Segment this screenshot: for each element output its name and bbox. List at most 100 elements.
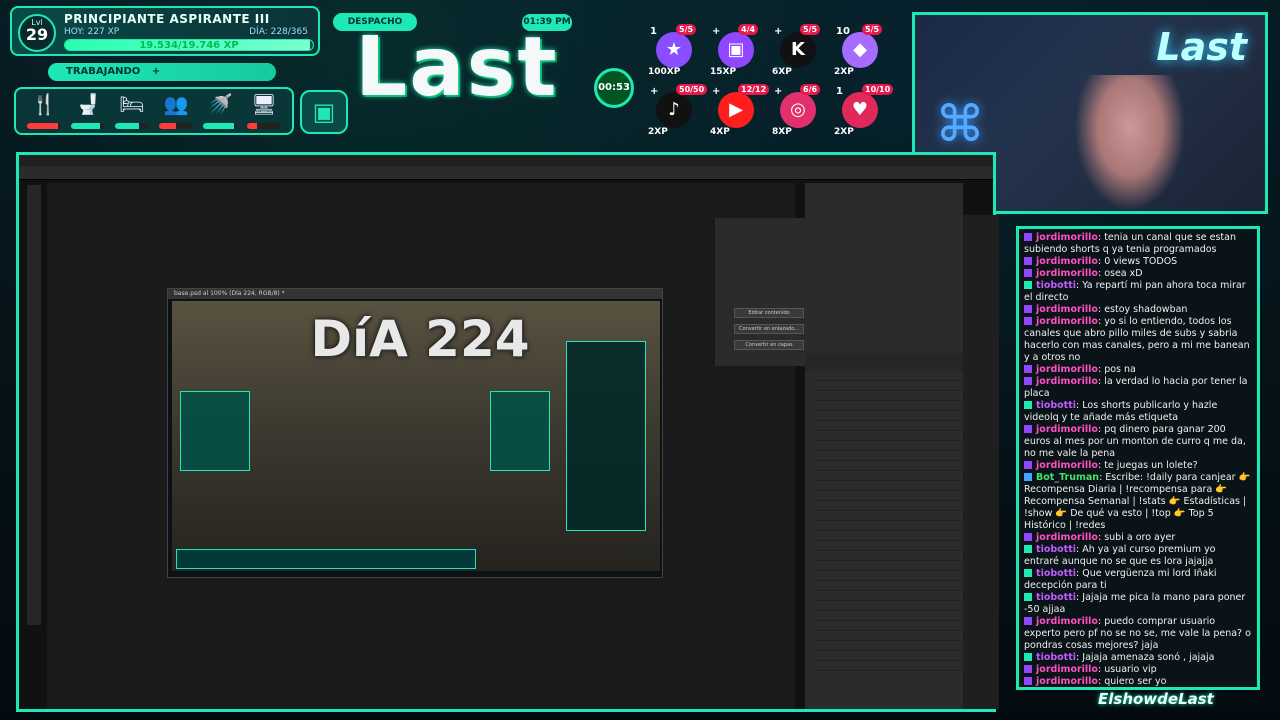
chat-message: tiobotti: Ah ya yal curso premium yo ent…: [1024, 544, 1252, 568]
chat-message: jordimorillo: yo si lo entiendo, todos l…: [1024, 316, 1252, 364]
layer-row[interactable]: [815, 461, 963, 471]
layer-row[interactable]: [815, 431, 963, 441]
layer-row[interactable]: [815, 621, 963, 631]
streamer-silhouette: [1065, 75, 1195, 211]
layer-row[interactable]: [815, 561, 963, 571]
layer-row[interactable]: [815, 521, 963, 531]
right-panels: [805, 183, 963, 709]
social-goal: 1 ★ 5/5 100XP: [648, 24, 704, 80]
goal-plus: +: [774, 86, 783, 97]
chat-username: tiobotti: [1036, 652, 1077, 663]
chat-username: jordimorillo: [1036, 256, 1098, 267]
chat-message: jordimorillo: puedo comprar usuario expe…: [1024, 616, 1252, 652]
kick-icon: K: [780, 32, 816, 68]
layer-row[interactable]: [815, 641, 963, 651]
layer-row[interactable]: [815, 551, 963, 561]
gamepad-icon: ⌘: [935, 95, 985, 153]
layer-row[interactable]: [815, 501, 963, 511]
need-bar-fill: [115, 123, 139, 129]
layer-row[interactable]: [815, 651, 963, 661]
chat-message: jordimorillo: pq dinero para ganar 200 e…: [1024, 424, 1252, 460]
user-badge-icon: [1024, 233, 1032, 241]
need-slot: 🚽: [69, 91, 107, 131]
chat-message: tiobotti: Que vergüenza mi lord Iñaki de…: [1024, 568, 1252, 592]
canvas-right-panel: [490, 391, 550, 471]
user-badge-icon: [1024, 569, 1032, 577]
user-badge-icon: [1024, 461, 1032, 469]
toilet-icon: 🚽: [75, 92, 101, 116]
document-window[interactable]: base.psd al 100% (Día 224, RGB/8) * DíA …: [167, 288, 663, 578]
layer-row[interactable]: [815, 481, 963, 491]
canvas-left-panel: [180, 391, 250, 471]
layer-row[interactable]: [815, 441, 963, 451]
chat-username: jordimorillo: [1036, 616, 1098, 627]
chat-message: jordimorillo: osea xD: [1024, 268, 1252, 280]
need-bar: [27, 123, 61, 129]
app-menubar[interactable]: [19, 155, 993, 166]
layers-panel[interactable]: [805, 371, 963, 709]
canvas-area[interactable]: base.psd al 100% (Día 224, RGB/8) * DíA …: [47, 183, 823, 709]
layer-row[interactable]: [815, 611, 963, 621]
goal-count: 6/6: [800, 84, 821, 95]
goal-plus: +: [712, 26, 721, 37]
crystal-icon: ◆: [842, 32, 878, 68]
layer-row[interactable]: [815, 571, 963, 581]
layer-row[interactable]: [815, 451, 963, 461]
layer-row[interactable]: [815, 591, 963, 601]
goal-count: 4/4: [738, 24, 759, 35]
user-badge-icon: [1024, 677, 1032, 685]
layer-row[interactable]: [815, 601, 963, 611]
chat-message: tiobotti: Jajaja me pica la mano para po…: [1024, 592, 1252, 616]
history-panel[interactable]: [805, 183, 963, 353]
side-dock[interactable]: [963, 215, 999, 709]
goal-plus: 1: [650, 26, 657, 37]
chat-message: jordimorillo: subi a oro ayer: [1024, 532, 1252, 544]
layer-row[interactable]: [815, 391, 963, 401]
chat-message: jordimorillo: te juegas un lolete?: [1024, 460, 1252, 472]
star-icon: ★: [656, 32, 692, 68]
layer-row[interactable]: [815, 491, 963, 501]
layer-row[interactable]: [815, 371, 963, 381]
tiktok-icon: ♪: [656, 92, 692, 128]
chat-message: jordimorillo: usuario vip: [1024, 664, 1252, 676]
convert-layers-button[interactable]: Convertir en capas: [734, 340, 804, 350]
layer-row[interactable]: [815, 541, 963, 551]
need-slot: 🛏: [113, 91, 151, 131]
convert-linked-button[interactable]: Convertir en enlazado...: [734, 324, 804, 334]
chat-username: jordimorillo: [1036, 460, 1098, 471]
layer-row[interactable]: [815, 401, 963, 411]
layer-row[interactable]: [815, 511, 963, 521]
footer-brand: ElshowdeLast: [1098, 690, 1214, 708]
tools-panel[interactable]: [27, 185, 41, 625]
layer-row[interactable]: [815, 471, 963, 481]
user-badge-icon: [1024, 473, 1032, 481]
need-bar-fill: [247, 123, 258, 129]
user-badge-icon: [1024, 617, 1032, 625]
document-title: base.psd al 100% (Día 224, RGB/8) *: [168, 289, 662, 299]
chat-username: jordimorillo: [1036, 304, 1098, 315]
layer-row[interactable]: [815, 581, 963, 591]
need-slot: 🚿: [201, 91, 239, 131]
layer-row[interactable]: [815, 661, 963, 671]
rank-title: PRINCIPIANTE ASPIRANTE III: [64, 12, 270, 26]
layer-row[interactable]: [815, 631, 963, 641]
canvas-bottom-bar: [176, 549, 476, 569]
goal-xp: 8XP: [772, 127, 792, 137]
options-bar[interactable]: [19, 166, 993, 180]
need-bar-fill: [27, 123, 58, 129]
stream-chat: jordimorillo: tenia un canal que se esta…: [1016, 226, 1260, 690]
layer-row[interactable]: [815, 411, 963, 421]
chat-username: tiobotti: [1036, 280, 1077, 291]
goal-count: 5/5: [800, 24, 821, 35]
layer-row[interactable]: [815, 531, 963, 541]
need-bar-fill: [203, 123, 234, 129]
chat-username: jordimorillo: [1036, 532, 1098, 543]
chat-username: jordimorillo: [1036, 268, 1098, 279]
layer-row[interactable]: [815, 381, 963, 391]
edit-contents-button[interactable]: Editar contenido: [734, 308, 804, 318]
document-canvas[interactable]: DíA 224: [172, 301, 660, 571]
chat-message: jordimorillo: tenia un canal que se esta…: [1024, 232, 1252, 256]
profile-panel: Lvl 29 PRINCIPIANTE ASPIRANTE III HOY: 2…: [10, 6, 320, 56]
layer-row[interactable]: [815, 421, 963, 431]
chat-username: tiobotti: [1036, 544, 1077, 555]
